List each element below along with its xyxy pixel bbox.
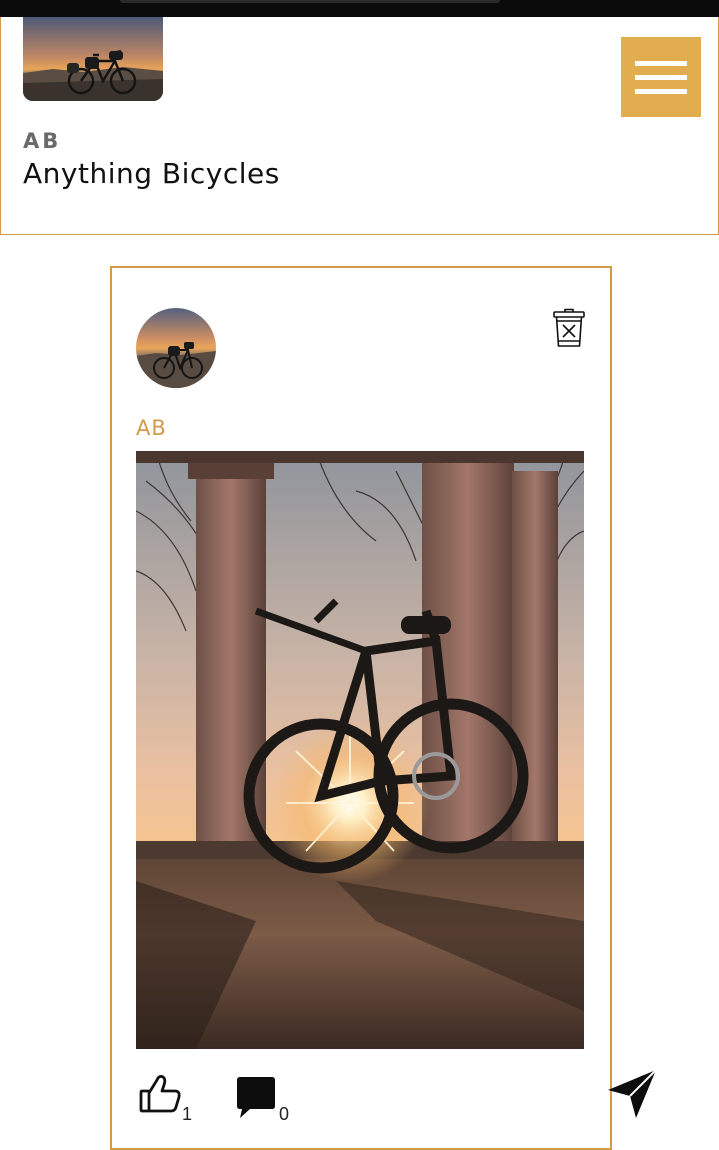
- header-thumbnail-photo: [23, 17, 163, 101]
- comment-bubble-icon: [237, 1077, 275, 1118]
- like-button[interactable]: [138, 1071, 184, 1117]
- brand-initials: AB: [23, 129, 62, 153]
- hamburger-menu-icon: [635, 60, 687, 66]
- brand-name: Anything Bicycles: [23, 157, 280, 190]
- post-image: [136, 451, 584, 1049]
- like-count: 1: [182, 1104, 193, 1124]
- post-card: AB 1 0: [110, 266, 657, 1150]
- menu-button[interactable]: [621, 37, 701, 117]
- thumbs-up-icon: [139, 1075, 181, 1113]
- comment-button[interactable]: [234, 1076, 278, 1120]
- paper-plane-icon: [608, 1069, 657, 1118]
- trash-icon: [553, 308, 585, 347]
- bicycle-sunset-photo: [136, 451, 584, 1049]
- comment-count: 0: [279, 1104, 290, 1124]
- share-button[interactable]: [606, 1068, 658, 1120]
- hamburger-menu-icon-bar: [635, 74, 687, 80]
- site-header: AB Anything Bicycles: [0, 17, 719, 235]
- status-bar: [0, 0, 719, 17]
- post-author[interactable]: AB: [136, 416, 167, 440]
- header-thumbnail: [23, 17, 163, 101]
- avatar-photo: [136, 308, 216, 388]
- delete-post-button[interactable]: [552, 308, 586, 348]
- avatar[interactable]: [136, 308, 216, 388]
- hamburger-menu-icon-bar: [635, 88, 687, 94]
- status-bar-notch: [120, 0, 500, 3]
